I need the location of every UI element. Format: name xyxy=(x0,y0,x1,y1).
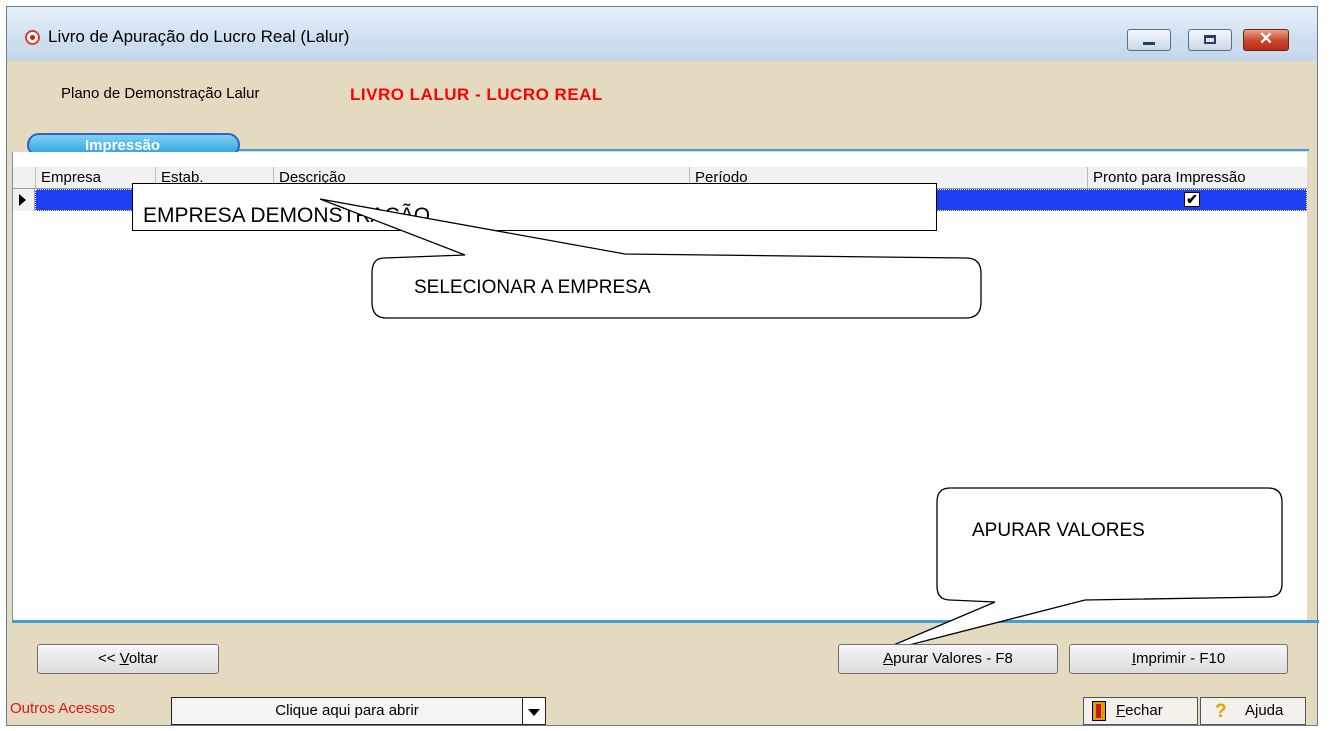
apurar-callout-text: APURAR VALORES xyxy=(972,520,1145,541)
imprimir-button[interactable]: Imprimir - F10 xyxy=(1069,644,1288,674)
apurar-valores-button[interactable]: Apurar Valores - F8 xyxy=(838,644,1058,674)
apurar-callout-shape xyxy=(869,487,1283,656)
fechar-label: Fechar xyxy=(1116,702,1163,719)
ajuda-button[interactable]: ? Ajuda xyxy=(1200,697,1306,725)
exit-door-icon xyxy=(1092,701,1106,721)
ajuda-label: Ajuda xyxy=(1245,702,1284,719)
outros-acessos-combo[interactable]: Clique aqui para abrir xyxy=(171,697,523,725)
selecionar-callout xyxy=(319,198,1283,656)
chevron-down-icon xyxy=(528,709,540,716)
voltar-button[interactable]: << Voltar xyxy=(37,644,219,674)
selecionar-callout-text: SELECIONAR A EMPRESA xyxy=(414,277,651,298)
outros-acessos-label: Outros Acessos xyxy=(10,700,116,717)
combo-dropdown-button[interactable] xyxy=(523,697,546,725)
fechar-button[interactable]: Fechar xyxy=(1083,697,1198,725)
help-icon: ? xyxy=(1215,701,1227,722)
